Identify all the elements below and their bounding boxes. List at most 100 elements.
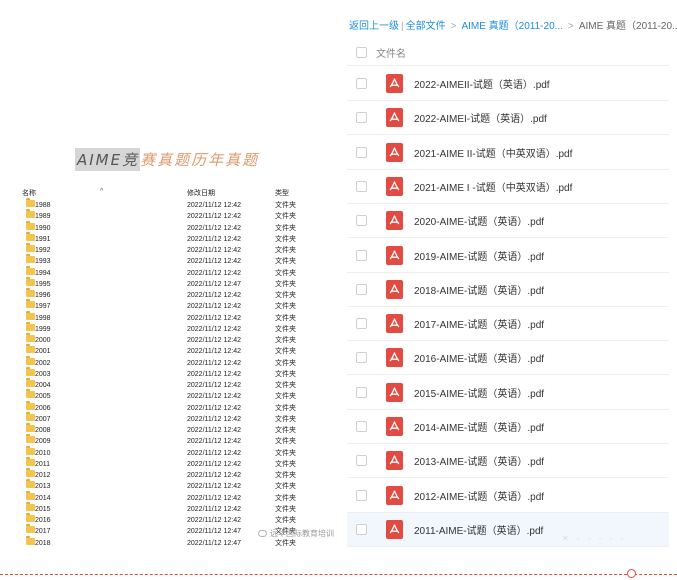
file-name[interactable]: 2017-AIME-试题（英语）.pdf — [414, 316, 544, 331]
file-checkbox[interactable] — [356, 112, 367, 124]
folder-row[interactable]: 2010 2022/11/12 12:42 文件夹 — [22, 445, 322, 459]
file-checkbox[interactable] — [356, 249, 367, 261]
file-name[interactable]: 2011-AIME-试题（英语）.pdf — [414, 522, 543, 537]
file-row[interactable]: 2022-AIMEII-试题（英语）.pdf — [347, 67, 669, 101]
folder-row[interactable]: 2013 2022/11/12 12:42 文件夹 — [22, 479, 322, 492]
folder-row[interactable]: 2000 2022/11/12 12:42 文件夹 — [22, 333, 322, 346]
folder-row[interactable]: 1995 2022/11/12 12:47 文件夹 — [22, 276, 322, 290]
folder-row[interactable]: 1998 2022/11/12 12:42 文件夹 — [22, 310, 322, 324]
folder-modified: 2022/11/12 12:42 — [187, 348, 241, 356]
file-name[interactable]: 2012-AIME-试题（英语）.pdf — [414, 488, 544, 503]
file-name[interactable]: 2013-AIME-试题（英语）.pdf — [414, 453, 544, 468]
file-checkbox[interactable] — [356, 489, 367, 501]
folder-row[interactable]: 1989 2022/11/12 12:42 文件夹 — [22, 209, 322, 222]
folder-row[interactable]: 1994 2022/11/12 12:42 文件夹 — [22, 265, 322, 279]
file-row[interactable]: 2018-AIME-试题（英语）.pdf — [347, 273, 669, 307]
folder-row[interactable]: 1997 2022/11/12 12:42 文件夹 — [22, 299, 322, 312]
file-checkbox[interactable] — [356, 386, 367, 398]
all-files-link[interactable]: 全部文件 — [406, 21, 446, 32]
folder-row[interactable]: 2001 2022/11/12 12:42 文件夹 — [22, 344, 322, 357]
file-checkbox[interactable] — [356, 318, 367, 330]
column-header-filename[interactable]: 文件名 — [376, 45, 406, 60]
folder-row[interactable]: 1993 2022/11/12 12:42 文件夹 — [22, 254, 322, 267]
folder-icon — [26, 265, 35, 275]
file-row[interactable]: 2021-AIME I -试题（中英双语）.pdf — [347, 170, 669, 204]
folder-row[interactable]: 2005 2022/11/12 12:42 文件夹 — [22, 389, 322, 402]
folder-row[interactable]: 2011 2022/11/12 12:42 文件夹 — [22, 456, 322, 470]
folder-row[interactable]: 2016 2022/11/12 12:42 文件夹 — [22, 513, 322, 526]
file-checkbox[interactable] — [356, 352, 367, 364]
file-checkbox[interactable] — [356, 455, 367, 467]
column-header-name[interactable]: 名称 — [22, 188, 36, 198]
folder-row[interactable]: 2006 2022/11/12 12:42 文件夹 — [22, 400, 322, 414]
file-name[interactable]: 2022-AIMEII-试题（英语）.pdf — [414, 76, 550, 91]
folder-name: 2007 — [35, 415, 51, 423]
folder-row[interactable]: 1990 2022/11/12 12:42 文件夹 — [22, 220, 322, 234]
explorer-rows: 1988 2022/11/12 12:42 文件夹 1989 2022/11/12 12… — [22, 198, 322, 549]
folder-type: 文件夹 — [275, 337, 296, 344]
folder-modified: 2022/11/12 12:42 — [187, 382, 241, 389]
file-checkbox[interactable] — [356, 421, 367, 432]
column-header-type[interactable]: 类型 — [275, 188, 289, 198]
column-header-modified[interactable]: 修改日期 — [187, 188, 215, 198]
file-row[interactable]: 2013-AIME-试题（英语）.pdf — [347, 444, 669, 479]
file-name[interactable]: 2021-AIME II-试题（中英双语）.pdf — [414, 145, 572, 160]
folder-name: 2005 — [35, 393, 51, 401]
folder-row[interactable]: 2014 2022/11/12 12:42 文件夹 — [22, 490, 322, 504]
folder-modified: 2022/11/12 12:42 — [187, 404, 241, 412]
file-row[interactable]: 2015-AIME-试题（英语）.pdf — [347, 376, 669, 410]
file-checkbox[interactable] — [356, 215, 367, 227]
folder-modified: 2022/11/12 12:42 — [187, 359, 241, 367]
folder-row[interactable]: 2003 2022/11/12 12:42 文件夹 — [22, 366, 322, 380]
back-link[interactable]: 返回上一级 — [349, 21, 399, 32]
file-checkbox[interactable] — [356, 523, 367, 535]
file-row[interactable]: 2017-AIME-试题（英语）.pdf — [347, 307, 669, 342]
pdf-file-icon — [386, 451, 403, 471]
folder-row[interactable]: 2018 2022/11/12 12:47 文件夹 — [22, 535, 322, 549]
parent-folder-link[interactable]: AIME 真题（2011-20... — [461, 21, 563, 32]
file-name[interactable]: 2021-AIME I -试题（中英双语）.pdf — [414, 179, 572, 194]
file-name[interactable]: 2019-AIME-试题（英语）.pdf — [414, 248, 544, 263]
folder-name: 1992 — [35, 247, 51, 254]
file-name[interactable]: 2018-AIME-试题（英语）.pdf — [414, 282, 544, 297]
file-name[interactable]: 2020-AIME-试题（英语）.pdf — [414, 213, 544, 228]
folder-row[interactable]: 2002 2022/11/12 12:42 文件夹 — [22, 355, 322, 369]
file-checkbox[interactable] — [356, 146, 367, 158]
select-all-checkbox[interactable] — [356, 47, 367, 58]
file-checkbox[interactable] — [356, 78, 367, 89]
sort-arrow-icon[interactable]: ^ — [100, 188, 103, 195]
folder-row[interactable]: 1992 2022/11/12 12:42 文件夹 — [22, 243, 322, 256]
folder-row[interactable]: 2004 2022/11/12 12:42 文件夹 — [22, 378, 322, 391]
folder-icon — [26, 389, 35, 399]
banner-rest: 赛真题历年真题 — [140, 150, 260, 169]
folder-modified: 2022/11/12 12:42 — [187, 224, 241, 232]
folder-type: 文件夹 — [275, 382, 296, 389]
file-checkbox[interactable] — [356, 283, 367, 295]
pdf-file-icon — [386, 108, 403, 128]
file-row[interactable]: 2021-AIME II-试题（中英双语）.pdf — [347, 136, 669, 170]
folder-row[interactable]: 2008 2022/11/12 12:42 文件夹 — [22, 423, 322, 436]
folder-row[interactable]: 1999 2022/11/12 12:42 文件夹 — [22, 321, 322, 335]
folder-row[interactable]: 2009 2022/11/12 12:42 文件夹 — [22, 434, 322, 447]
folder-row[interactable]: 2015 2022/11/12 12:42 文件夹 — [22, 501, 322, 515]
folder-row[interactable]: 1991 2022/11/12 12:42 文件夹 — [22, 231, 322, 245]
folder-row[interactable]: 2012 2022/11/12 12:42 文件夹 — [22, 468, 322, 481]
file-row[interactable]: 2020-AIME-试题（英语）.pdf — [347, 204, 669, 239]
file-checkbox[interactable] — [356, 180, 367, 192]
file-row[interactable]: 2012-AIME-试题（英语）.pdf — [347, 479, 669, 513]
file-row[interactable]: 2014-AIME-试题（英语）.pdf — [347, 410, 669, 444]
file-row[interactable]: 2019-AIME-试题（英语）.pdf — [347, 239, 669, 273]
folder-modified: 2022/11/12 12:42 — [187, 505, 241, 513]
folder-icon — [26, 288, 35, 297]
file-name[interactable]: 2016-AIME-试题（英语）.pdf — [414, 350, 544, 365]
pdf-file-icon — [386, 142, 403, 162]
file-row[interactable]: 2016-AIME-试题（英语）.pdf — [347, 341, 669, 376]
file-name[interactable]: 2022-AIMEI-试题（英语）.pdf — [414, 110, 547, 125]
file-name[interactable]: 2015-AIME-试题（英语）.pdf — [414, 385, 544, 400]
file-row[interactable]: 2022-AIMEI-试题（英语）.pdf — [347, 101, 669, 136]
folder-modified: 2022/11/12 12:42 — [187, 337, 241, 344]
folder-row[interactable]: 1996 2022/11/12 12:42 文件夹 — [22, 288, 322, 301]
folder-row[interactable]: 2007 2022/11/12 12:42 文件夹 — [22, 411, 322, 425]
folder-row[interactable]: 1988 2022/11/12 12:42 文件夹 — [22, 198, 322, 211]
file-name[interactable]: 2014-AIME-试题（英语）.pdf — [414, 419, 544, 434]
